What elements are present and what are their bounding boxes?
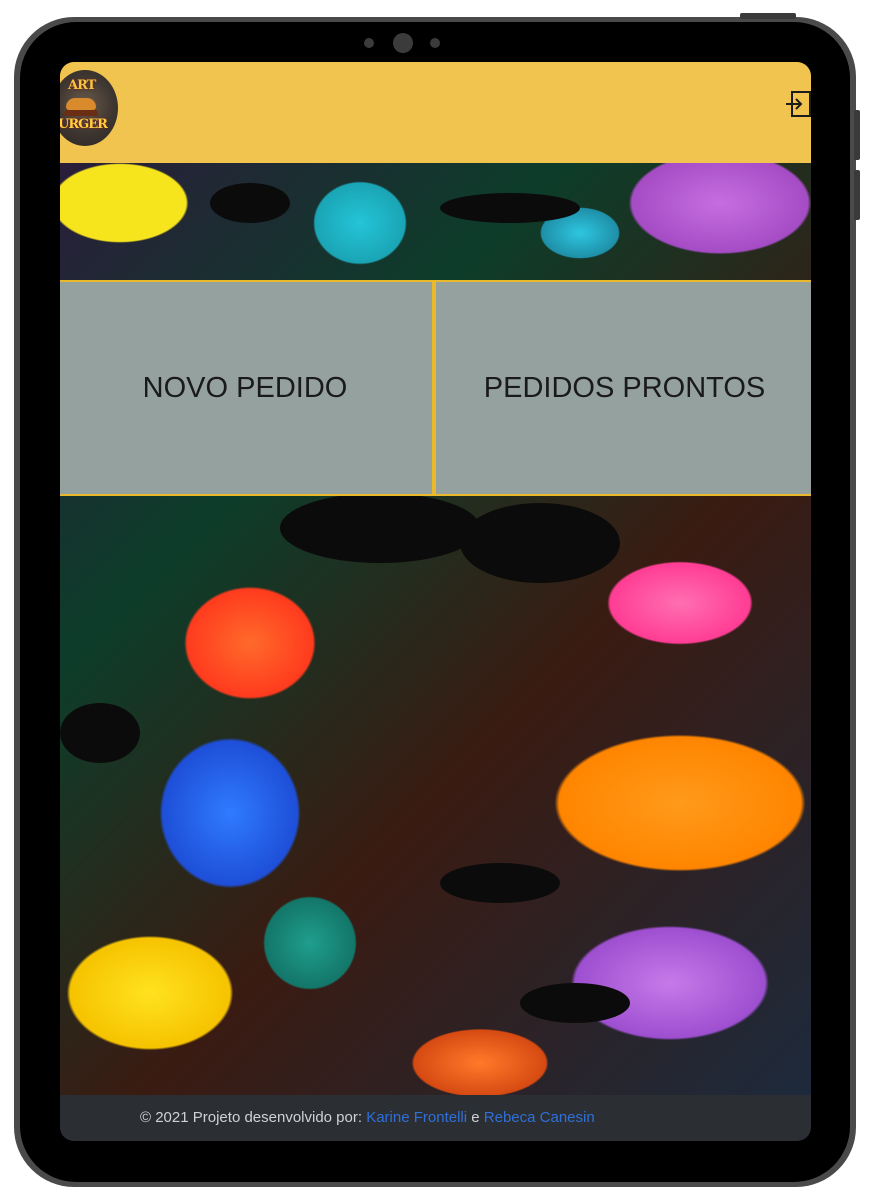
graffiti-ink bbox=[210, 183, 290, 223]
footer-credits: © 2021 Projeto desenvolvido por: Karine … bbox=[140, 1095, 595, 1141]
logo-text-top: ART bbox=[68, 78, 96, 93]
page-footer: © 2021 Projeto desenvolvido por: Karine … bbox=[60, 1095, 811, 1141]
ready-orders-label: PEDIDOS PRONTOS bbox=[483, 371, 766, 404]
app-screen: ART URGER NOVO PEDIDO PEDIDOS PRONTOS © … bbox=[60, 62, 811, 1141]
volume-up-button bbox=[854, 110, 860, 160]
graffiti-ink bbox=[460, 503, 620, 583]
author-link-rebeca[interactable]: Rebeca Canesin bbox=[484, 1109, 595, 1126]
footer-connector: e bbox=[471, 1109, 480, 1126]
new-order-button[interactable]: NOVO PEDIDO bbox=[60, 280, 434, 496]
logo-text-bottom: URGER bbox=[60, 117, 108, 132]
app-header: ART URGER bbox=[60, 62, 811, 163]
front-camera bbox=[393, 33, 413, 53]
ready-orders-button[interactable]: PEDIDOS PRONTOS bbox=[434, 280, 811, 496]
graffiti-ink bbox=[520, 983, 630, 1023]
art-burger-logo: ART URGER bbox=[60, 70, 118, 146]
sensor-dot bbox=[364, 38, 374, 48]
author-link-karine[interactable]: Karine Frontelli bbox=[366, 1109, 467, 1126]
light-sensor bbox=[430, 38, 440, 48]
power-button bbox=[740, 13, 796, 19]
graffiti-ink bbox=[440, 193, 580, 223]
graffiti-ink bbox=[440, 863, 560, 903]
logo-bun bbox=[66, 98, 96, 110]
logo-patty bbox=[64, 110, 98, 116]
graffiti-ink bbox=[60, 703, 140, 763]
volume-down-button bbox=[854, 170, 860, 220]
new-order-label: NOVO PEDIDO bbox=[142, 371, 348, 404]
logout-icon[interactable] bbox=[786, 90, 811, 118]
footer-prefix: © 2021 Projeto desenvolvido por: bbox=[140, 1109, 363, 1126]
graffiti-ink bbox=[280, 493, 480, 563]
